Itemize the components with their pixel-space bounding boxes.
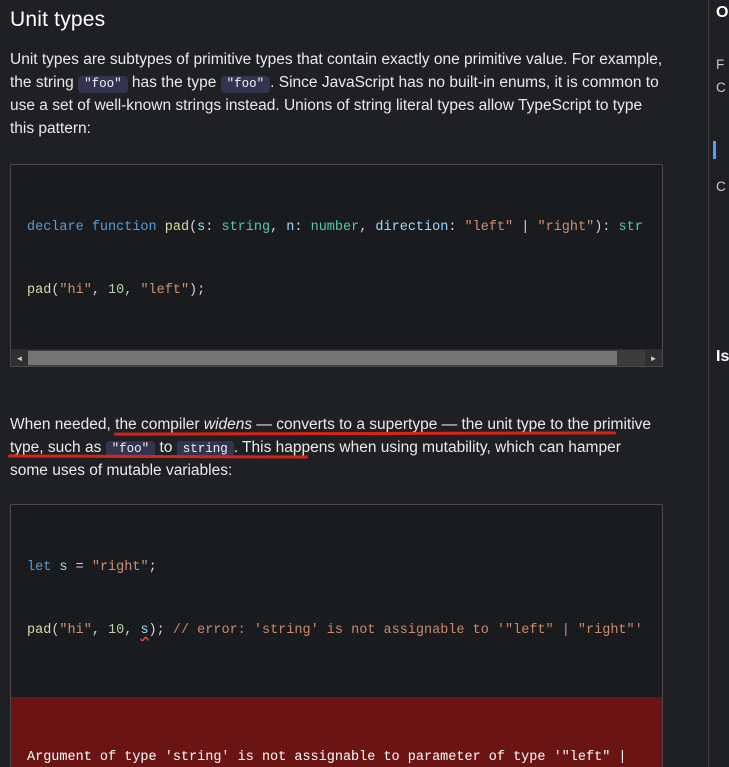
code-sample-1: declare function pad(s: string, n: numbe… — [11, 165, 662, 349]
toc-link-1[interactable]: F — [716, 57, 724, 72]
page-root: { "colors": { "annotation": "#e02418", "… — [0, 0, 729, 767]
code-line: pad("hi", 10, "left"); — [27, 280, 662, 301]
page-title: Unit types — [10, 6, 663, 34]
toc-active-indicator — [713, 141, 716, 159]
scroll-left-icon[interactable]: ◄ — [11, 350, 28, 367]
scrollbar-thumb[interactable] — [28, 351, 617, 365]
code-sample-2: let s = "right"; pad("hi", 10, s); // er… — [11, 505, 662, 689]
error-message: Argument of type 'string' is not assigna… — [11, 697, 662, 767]
scroll-right-icon[interactable]: ► — [645, 350, 662, 367]
article: Unit types Unit types are subtypes of pr… — [10, 6, 663, 767]
toc-link-3[interactable]: C — [716, 179, 726, 194]
code-line: pad("hi", 10, s); // error: 'string' is … — [27, 620, 662, 641]
error-line: Argument of type 'string' is not assigna… — [27, 747, 646, 767]
toc-heading-top: Op — [716, 4, 729, 22]
paragraph-widening: When needed, the compiler widens — conve… — [10, 413, 663, 482]
horizontal-scrollbar[interactable]: ◄ ► — [11, 349, 662, 366]
code-line: let s = "right"; — [27, 557, 662, 578]
code-line: declare function pad(s: string, n: numbe… — [27, 217, 662, 238]
code-block-1: declare function pad(s: string, n: numbe… — [10, 164, 663, 367]
toc-link-2[interactable]: C — [716, 80, 726, 95]
toc-sidebar: Op F C C Is — [708, 0, 729, 767]
code-block-2: let s = "right"; pad("hi", 10, s); // er… — [10, 504, 663, 767]
paragraph-intro: Unit types are subtypes of primitive typ… — [10, 48, 663, 140]
toc-heading-section: Is — [716, 348, 729, 366]
